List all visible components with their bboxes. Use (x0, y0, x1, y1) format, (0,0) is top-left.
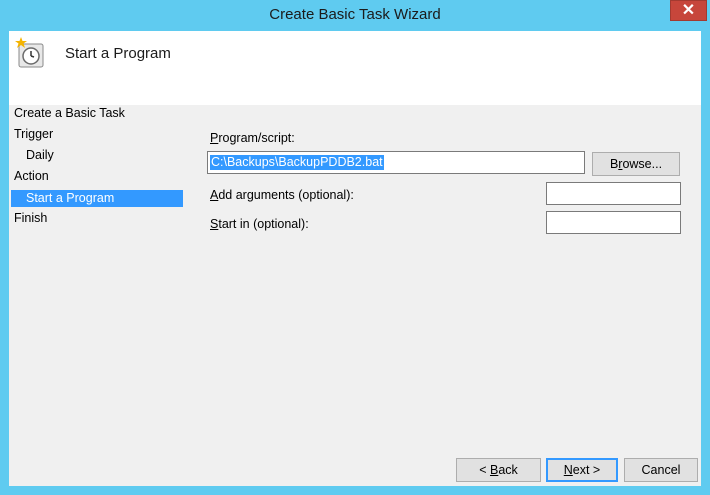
start-in-label: Start in (optional): (210, 217, 309, 231)
step-start-a-program[interactable]: Start a Program (11, 190, 183, 207)
step-daily[interactable]: Daily (26, 147, 184, 164)
step-create-basic-task[interactable]: Create a Basic Task (14, 105, 184, 122)
add-arguments-input[interactable] (546, 182, 681, 205)
program-script-label: Program/script: (210, 131, 295, 145)
back-button[interactable]: < Back (456, 458, 541, 482)
close-button[interactable]: ✕ (670, 0, 707, 21)
step-trigger[interactable]: Trigger (14, 126, 184, 143)
step-action[interactable]: Action (14, 168, 184, 185)
wizard-window: Create Basic Task Wizard ✕ Start a Progr… (0, 0, 710, 495)
window-title: Create Basic Task Wizard (269, 6, 441, 23)
wizard-header: Start a Program (9, 31, 701, 105)
page-title: Start a Program (65, 45, 171, 62)
cancel-button[interactable]: Cancel (624, 458, 698, 482)
program-script-input[interactable]: C:\Backups\BackupPDDB2.bat (207, 151, 585, 174)
clock-icon (15, 37, 44, 68)
close-icon: ✕ (681, 2, 696, 19)
wizard-content: Create a Basic Task Trigger Daily Action… (9, 105, 701, 486)
browse-button[interactable]: Browse... (592, 152, 680, 176)
start-in-input[interactable] (546, 211, 681, 234)
program-script-value: C:\Backups\BackupPDDB2.bat (210, 155, 384, 170)
add-arguments-label: Add arguments (optional): (210, 188, 354, 202)
step-finish[interactable]: Finish (14, 210, 184, 227)
title-bar[interactable]: Create Basic Task Wizard ✕ (0, 0, 710, 31)
next-button[interactable]: Next > (546, 458, 618, 482)
